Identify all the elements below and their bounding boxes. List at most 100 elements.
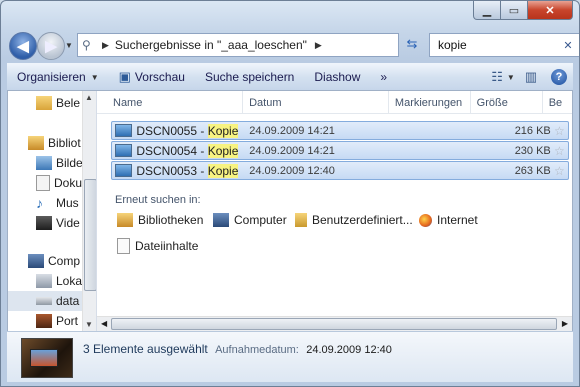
slideshow-button[interactable]: Diashow	[304, 64, 370, 90]
organize-label: Organisieren	[17, 70, 86, 84]
file-name: DSCN0055 - Kopie	[136, 123, 239, 138]
nav-label: Bele	[56, 96, 81, 110]
search-again-libraries[interactable]: Bibliotheken	[117, 213, 203, 227]
preview-button[interactable]: ▣ Vorschau	[109, 64, 195, 90]
selection-count: 3 Elemente ausgewählt	[83, 342, 208, 356]
chevron-right-icon[interactable]: ▶	[102, 40, 109, 51]
table-row[interactable]: DSCN0053 - Kopie 24.09.2009 12:40 263 KB…	[111, 161, 569, 180]
forward-button[interactable]: ▶	[37, 32, 65, 60]
organize-button[interactable]: Organisieren ▼	[7, 64, 109, 90]
nav-label: Bilde	[56, 156, 83, 170]
caption-buttons: ▁ ▭ ✕	[473, 1, 573, 20]
search-box[interactable]: ✕	[429, 33, 579, 57]
nav-item-bele[interactable]: Bele	[36, 93, 80, 113]
help-icon: ?	[551, 69, 567, 85]
clear-search-icon[interactable]: ✕	[560, 39, 576, 52]
nav-item-computer[interactable]: Comp	[28, 251, 80, 271]
maximize-button[interactable]: ▭	[501, 1, 528, 20]
column-tags[interactable]: Markierungen	[389, 91, 471, 113]
rating-star-icon[interactable]: ☆	[551, 124, 568, 138]
search-again-internet[interactable]: Internet	[419, 213, 478, 227]
view-options-icon[interactable]: ☷ ▼	[489, 66, 517, 88]
refresh-icon[interactable]: ⇆	[401, 33, 423, 55]
command-bar: Organisieren ▼ ▣ Vorschau Suche speicher…	[7, 63, 573, 91]
more-commands-button[interactable]: »	[370, 64, 397, 90]
pictures-icon	[36, 156, 52, 170]
search-input[interactable]	[436, 37, 560, 53]
save-search-button[interactable]: Suche speichern	[195, 64, 304, 90]
computer-icon	[28, 254, 44, 268]
address-row: ◀ ▶ ▼ ⚲ ▶ Suchergebnisse in "_aaa_loesch…	[7, 31, 579, 60]
nav-item-documents[interactable]: Doku	[36, 173, 82, 193]
minimize-button[interactable]: ▁	[473, 1, 501, 20]
column-name[interactable]: Name	[97, 91, 244, 113]
rating-star-icon[interactable]: ☆	[551, 164, 568, 178]
explorer-window: ▁ ▭ ✕ ◀ ▶ ▼ ⚲ ▶ Suchergebnisse in "_aaa_…	[0, 0, 580, 387]
dropdown-arrow-icon: ▼	[90, 72, 99, 82]
nav-item-local-disk[interactable]: Loka	[36, 271, 82, 291]
nav-label: Doku	[54, 176, 83, 190]
address-bar[interactable]: ⚲ ▶ Suchergebnisse in "_aaa_loeschen" ▶	[77, 33, 399, 57]
nav-item-pictures[interactable]: Bilde	[36, 153, 83, 173]
libraries-icon	[28, 136, 44, 150]
nav-item-videos[interactable]: Vide	[36, 213, 80, 233]
column-date[interactable]: Datum	[243, 91, 389, 113]
portable-device-icon	[36, 314, 52, 328]
search-folder-icon: ⚲	[82, 38, 91, 52]
search-again-computer[interactable]: Computer	[213, 213, 287, 227]
documents-icon	[36, 175, 50, 191]
save-search-label: Suche speichern	[204, 70, 295, 84]
nav-item-music[interactable]: ♪ Mus	[36, 193, 79, 213]
nav-item-data[interactable]: data	[8, 291, 82, 311]
music-icon: ♪	[36, 195, 43, 211]
search-again-file-contents[interactable]: Dateiinhalte	[117, 238, 198, 254]
selection-thumbnail	[21, 338, 73, 378]
column-headers: Name Datum Markierungen Größe Be	[97, 91, 572, 114]
close-button[interactable]: ✕	[528, 1, 573, 20]
nav-vertical-scrollbar[interactable]: ▲ ▼	[82, 91, 96, 331]
preview-pane-icon[interactable]: ▥	[517, 66, 545, 88]
nav-item-libraries[interactable]: Bibliot	[28, 133, 81, 153]
horizontal-scroll-thumb[interactable]	[111, 318, 557, 330]
folder-icon	[36, 96, 52, 110]
details-pane: 3 Elemente ausgewählt Aufnahmedatum: 24.…	[7, 331, 573, 382]
nav-scroll-thumb[interactable]	[84, 179, 96, 291]
preview-label: Vorschau	[134, 70, 185, 84]
scroll-right-icon[interactable]: ▶	[562, 319, 568, 328]
file-list: Name Datum Markierungen Größe Be DSCN005…	[97, 91, 572, 331]
scroll-left-icon[interactable]: ◀	[101, 319, 107, 328]
table-row[interactable]: DSCN0054 - Kopie 24.09.2009 14:21 230 KB…	[111, 141, 569, 160]
recent-pages-dropdown[interactable]: ▼	[65, 41, 73, 50]
scroll-down-icon[interactable]: ▼	[85, 320, 93, 329]
videos-icon	[36, 216, 52, 230]
computer-icon	[213, 213, 229, 227]
drive-icon	[36, 297, 52, 305]
table-row[interactable]: DSCN0055 - Kopie 24.09.2009 14:21 216 KB…	[111, 121, 569, 140]
custom-folder-icon	[295, 213, 307, 227]
file-date: 24.09.2009 14:21	[249, 144, 335, 157]
file-size: 216 KB	[514, 124, 551, 137]
file-name: DSCN0053 - Kopie	[136, 163, 239, 178]
file-date: 24.09.2009 14:21	[249, 124, 335, 137]
slideshow-label: Diashow	[314, 70, 361, 84]
back-button[interactable]: ◀	[9, 32, 37, 60]
column-rating[interactable]: Be	[543, 91, 572, 113]
more-label: »	[380, 70, 388, 84]
chevron-right-icon[interactable]: ▶	[315, 40, 322, 51]
nav-item-portable[interactable]: Port	[36, 311, 78, 331]
nav-label: Comp	[48, 254, 81, 268]
navigation-pane: Bele Bibliot Bilde Doku ♪ Mus Vide Comp …	[8, 91, 97, 331]
rating-star-icon[interactable]: ☆	[551, 144, 568, 158]
search-again-custom[interactable]: Benutzerdefiniert...	[295, 213, 413, 227]
preview-icon: ▣	[118, 69, 131, 84]
help-button[interactable]: ?	[545, 66, 573, 88]
image-file-icon	[115, 124, 133, 137]
scroll-up-icon[interactable]: ▲	[85, 93, 93, 102]
nav-label: Mus	[56, 196, 79, 210]
column-size[interactable]: Größe	[471, 91, 543, 113]
image-file-icon	[115, 144, 133, 157]
horizontal-scrollbar[interactable]: ◀ ▶	[97, 316, 572, 331]
file-date: 24.09.2009 12:40	[249, 164, 335, 177]
breadcrumb[interactable]: Suchergebnisse in "_aaa_loeschen"	[115, 38, 307, 52]
date-taken-value[interactable]: 24.09.2009 12:40	[306, 344, 392, 356]
